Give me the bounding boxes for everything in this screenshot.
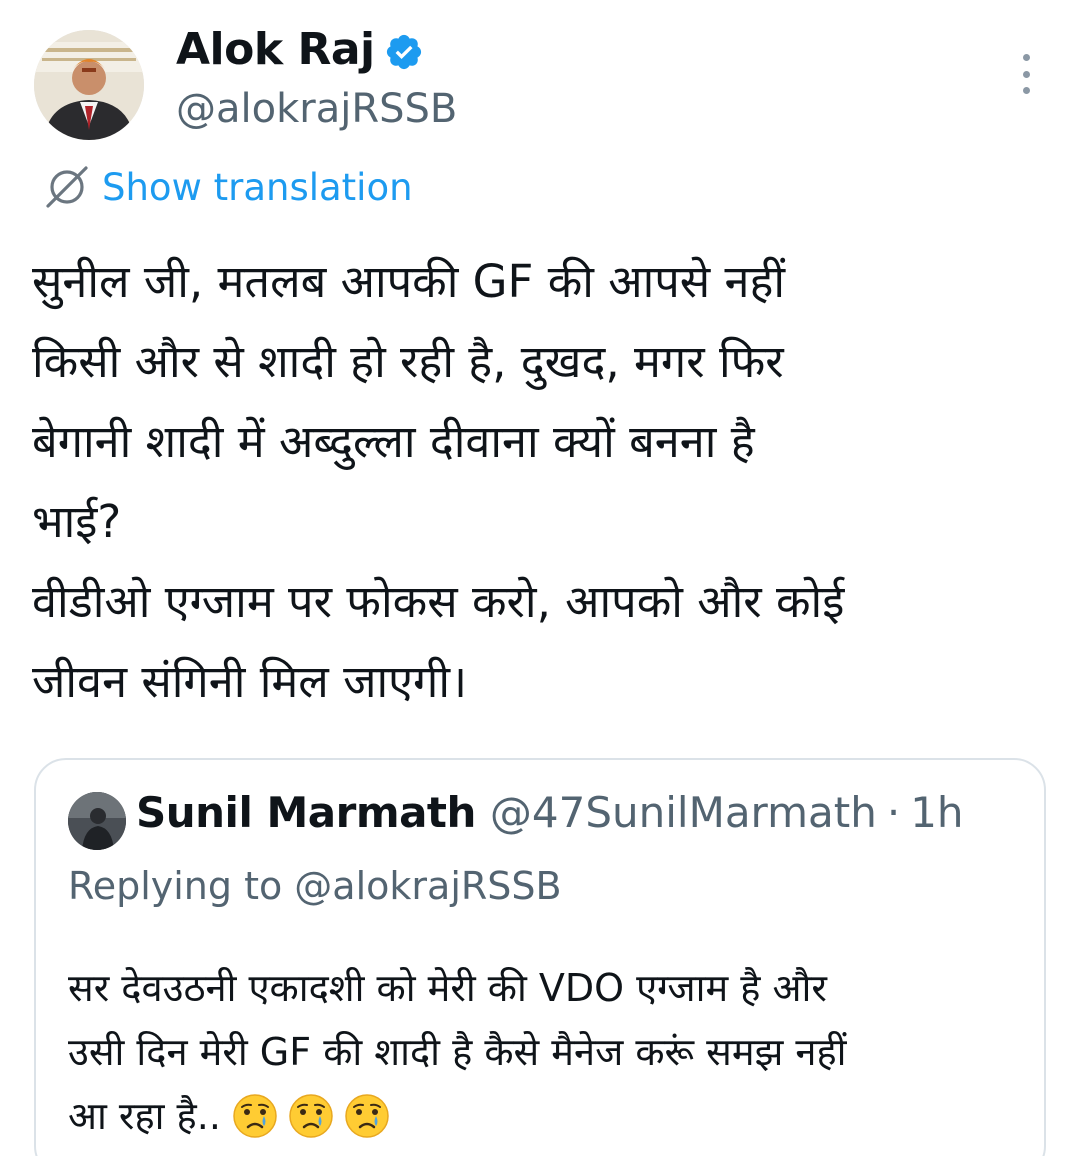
quoted-text-line: आ रहा है.. bbox=[68, 1084, 1028, 1148]
tweet-text: सुनील जी, मतलब आपकी GF की आपसे नहीं किसी… bbox=[32, 242, 1052, 722]
tweet-text-line: बेगानी शादी में अब्दुल्ला दीवाना क्यों ब… bbox=[32, 415, 755, 468]
tweet-text-line: किसी और से शादी हो रही है, दुखद, मगर फिर bbox=[32, 335, 784, 388]
quoted-header: Sunil Marmath @47SunilMarmath · 1h bbox=[136, 788, 964, 837]
translate-icon bbox=[46, 166, 88, 208]
quoted-author-handle: @47SunilMarmath bbox=[489, 788, 877, 837]
tweet-text-line: वीडीओ एग्जाम पर फोकस करो, आपको और कोई bbox=[32, 575, 845, 628]
quoted-author-name: Sunil Marmath bbox=[136, 788, 476, 837]
verified-badge-icon bbox=[386, 34, 422, 70]
show-translation-button[interactable]: Show translation bbox=[42, 164, 413, 210]
crying-face-icon bbox=[345, 1094, 389, 1138]
tweet-text-line: भाई? bbox=[32, 495, 122, 548]
separator-dot: · bbox=[886, 788, 901, 837]
show-translation-label: Show translation bbox=[102, 165, 413, 209]
quoted-text-line: उसी दिन मेरी GF की शादी है कैसे मैनेज कर… bbox=[68, 1030, 847, 1074]
quoted-timestamp: 1h bbox=[910, 788, 964, 837]
crying-face-icon bbox=[289, 1094, 333, 1138]
tweet-text-line: सुनील जी, मतलब आपकी GF की आपसे नहीं bbox=[32, 255, 786, 308]
quoted-tweet-text: सर देवउठनी एकादशी को मेरी की VDO एग्जाम … bbox=[68, 956, 1028, 1148]
author-name[interactable]: Alok Raj bbox=[176, 24, 375, 75]
author-handle[interactable]: @alokrajRSSB bbox=[176, 86, 457, 132]
tweet-page: Alok Raj @alokrajRSSB Show translation स… bbox=[0, 0, 1080, 1156]
tweet-text-line: जीवन संगिनी मिल जाएगी। bbox=[32, 655, 468, 708]
author-avatar[interactable] bbox=[34, 30, 144, 140]
quoted-author-avatar bbox=[68, 792, 126, 850]
more-options-icon[interactable] bbox=[1014, 54, 1038, 94]
replying-to-label: Replying to @alokrajRSSB bbox=[68, 864, 562, 908]
quoted-text-line: सर देवउठनी एकादशी को मेरी की VDO एग्जाम … bbox=[68, 966, 827, 1010]
quoted-tweet-card[interactable]: Sunil Marmath @47SunilMarmath · 1h Reply… bbox=[34, 758, 1046, 1156]
crying-face-icon bbox=[233, 1094, 277, 1138]
